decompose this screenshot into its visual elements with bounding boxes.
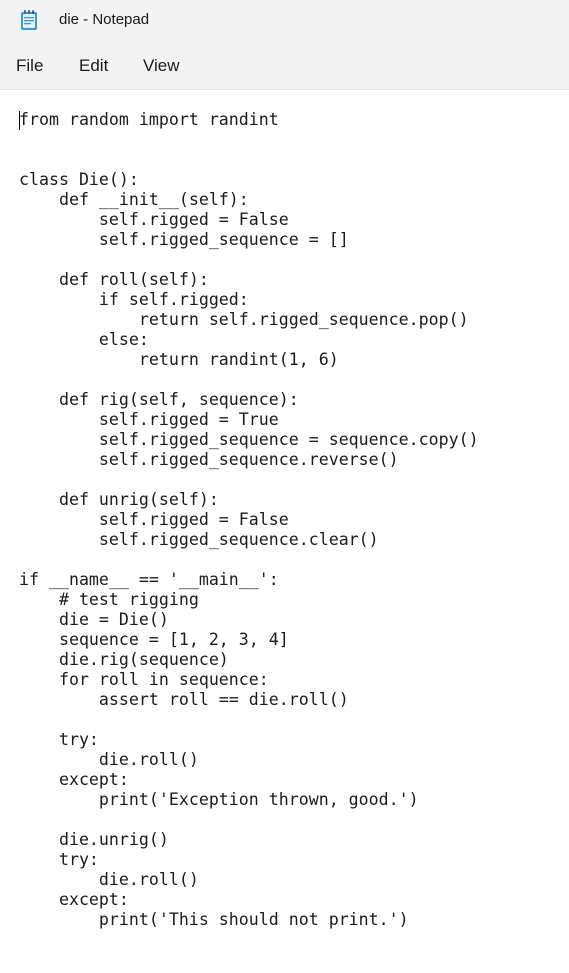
- menu-edit[interactable]: Edit: [79, 56, 108, 76]
- notepad-window: die - Notepad File Edit View from random…: [0, 0, 569, 973]
- text-editor[interactable]: from random import randint class Die(): …: [0, 90, 569, 973]
- window-title: die - Notepad: [59, 11, 150, 28]
- editor-content[interactable]: from random import randint class Die(): …: [19, 110, 479, 930]
- menu-view[interactable]: View: [143, 56, 180, 76]
- text-caret: [19, 111, 20, 130]
- notepad-icon: [20, 9, 38, 31]
- menu-file[interactable]: File: [16, 56, 43, 76]
- menu-bar: File Edit View: [0, 40, 569, 90]
- title-bar[interactable]: die - Notepad: [0, 0, 569, 40]
